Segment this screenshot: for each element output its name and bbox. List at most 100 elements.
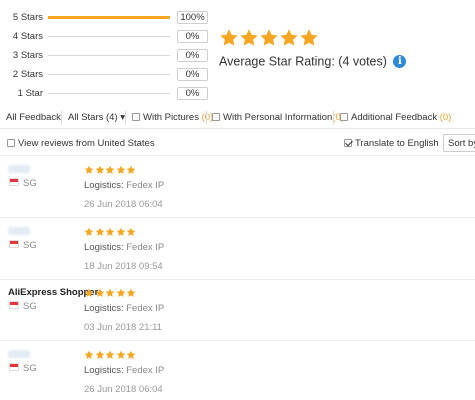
filter-with-personal-information[interactable]: With Personal Information(0) [212,112,344,124]
star-icon [116,350,125,359]
user-name-redacted [8,350,30,358]
checkbox[interactable] [132,113,140,121]
star-icon [126,165,136,174]
view-from-country-toggle[interactable]: View reviews from United States [7,138,155,150]
review-stars [84,350,137,360]
review-date: 03 Jun 2018 21:11 [84,322,163,333]
logistics-label: Logistics: [84,180,124,191]
distribution-bar-fill [48,16,170,19]
votes-count: (4 votes) [338,54,387,69]
logistics-value: Fedex IP [126,180,165,191]
review-date: 26 Jun 2018 06:04 [84,384,163,395]
star-icon [105,350,115,359]
distribution-row-2[interactable]: 2 Stars 0% [0,68,210,81]
checkbox[interactable] [340,113,348,121]
star-icon [116,165,125,174]
star-icon [126,227,136,236]
singapore-flag-icon [9,363,19,371]
filter-label: With Personal Information [223,112,333,123]
star-icon [84,165,94,174]
distribution-percent: 0% [177,49,208,62]
star-icon [84,350,94,359]
star-icon [240,29,258,46]
star-icon [116,288,125,297]
star-icon [280,29,298,46]
translate-label: Translate to English [355,138,439,149]
user-name-redacted [8,165,30,173]
distribution-row-3[interactable]: 3 Stars 0% [0,49,210,62]
distribution-bar [48,55,170,56]
filter-all-feedback[interactable]: All Feedback [6,112,61,124]
sort-by-dropdown[interactable]: Sort by [443,134,475,152]
star-icon [126,350,136,359]
logistics-value: Fedex IP [126,242,165,253]
star-icon [84,288,94,297]
all-stars-label: All Stars (4) [68,112,118,123]
review-date: 26 Jun 2018 06:04 [84,199,163,210]
logistics-label: Logistics: [84,365,124,376]
filter-all-stars-dropdown[interactable]: All Stars (4) ▾ [68,112,125,124]
distribution-label: 3 Stars [12,50,43,61]
review-stars [84,288,137,298]
review-item: AliExpress Shopper SG Logistics: Fedex I… [0,279,475,341]
distribution-percent: 100% [177,11,208,24]
star-icon [95,350,104,359]
average-rating-label: Average Star Rating: [219,54,335,69]
distribution-label: 4 Stars [12,31,43,42]
singapore-flag-icon [9,178,19,186]
star-icon [260,29,278,46]
distribution-bar [48,93,170,94]
checkbox[interactable] [7,139,15,147]
distribution-percent: 0% [177,30,208,43]
review-item: SG Logistics: Fedex IP 18 Jun 2018 09:54 [0,218,475,280]
review-item: SG Logistics: Fedex IP 26 Jun 2018 06:04 [0,156,475,218]
distribution-row-4[interactable]: 4 Stars 0% [0,30,210,43]
country-code: SG [23,240,37,251]
checkbox-checked[interactable] [344,139,352,147]
review-item: SG Logistics: Fedex IP 26 Jun 2018 06:04 [0,341,475,400]
distribution-label: 1 Star [17,88,43,99]
user-name-redacted [8,227,30,235]
singapore-flag-icon [9,301,19,309]
sort-by-label: Sort by [448,138,475,149]
logistics-info: Logistics: Fedex IP [84,303,164,314]
singapore-flag-icon [9,240,19,248]
review-date: 18 Jun 2018 09:54 [84,261,163,272]
logistics-value: Fedex IP [126,365,165,376]
star-icon [220,29,238,46]
logistics-label: Logistics: [84,242,124,253]
distribution-row-5[interactable]: 5 Stars 100% [0,11,210,24]
country-code: SG [23,301,37,312]
info-icon[interactable]: i [393,55,407,69]
distribution-label: 2 Stars [12,69,43,80]
star-icon [105,288,115,297]
distribution-bar [48,16,170,19]
star-icon [116,227,125,236]
star-icon [126,288,136,297]
logistics-info: Logistics: Fedex IP [84,242,164,253]
country-code: SG [23,178,37,189]
filter-label: Additional Feedback [351,112,438,123]
average-star-rating-stars [219,28,319,48]
filter-additional-feedback[interactable]: Additional Feedback (0) [340,112,451,124]
feedback-filter-bar: All Feedback All Stars (4) ▾ With Pictur… [0,108,475,129]
distribution-bar [48,36,170,37]
filter-with-pictures[interactable]: With Pictures (0) [132,112,213,124]
distribution-row-1[interactable]: 1 Star 0% [0,87,210,100]
distribution-percent: 0% [177,87,208,100]
translate-toggle[interactable]: Translate to English [344,138,439,150]
review-stars [84,165,137,175]
checkbox[interactable] [212,113,220,121]
star-icon [95,288,104,297]
star-icon [105,227,115,236]
logistics-info: Logistics: Fedex IP [84,180,164,191]
divider [333,111,334,125]
star-icon [105,165,115,174]
star-icon [95,165,104,174]
filter-label: With Pictures [143,112,199,123]
filter-count: (0) [439,112,452,123]
logistics-label: Logistics: [84,303,124,314]
divider [206,111,207,125]
view-from-label: View reviews from United States [18,138,155,149]
logistics-value: Fedex IP [126,303,165,314]
